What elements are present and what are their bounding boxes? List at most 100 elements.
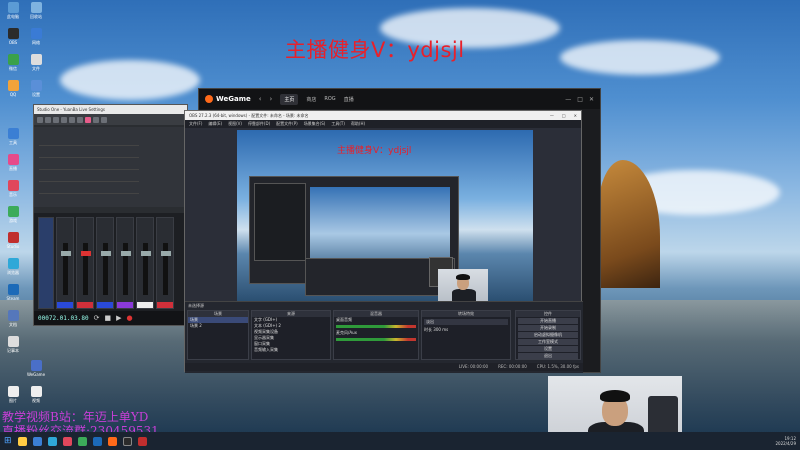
desktop-icon[interactable]: 文档 [1,310,25,336]
tool-icon[interactable] [61,116,67,123]
menu-file[interactable]: 文件(F) [189,121,202,127]
tool-icon[interactable] [93,116,99,123]
tool-icon[interactable] [69,116,75,123]
desktop-icon[interactable]: 微信 [1,54,25,80]
nav-store[interactable]: 商店 [306,96,316,103]
obs-preview[interactable]: 主播健身V：ydjsjl [237,130,533,302]
menu-view[interactable]: 视图(V) [228,121,242,127]
taskbar-app-icon[interactable] [62,436,72,446]
menu-docks[interactable]: 停靠部件(D) [248,121,270,127]
studio-one-window[interactable]: Studio One - YuanBa Live Settings 00072.… [33,104,189,326]
windows-start-icon[interactable]: ⊞ [4,436,12,446]
volume-meter[interactable] [336,338,416,341]
mixer-panel[interactable] [38,217,54,309]
menu-help[interactable]: 帮助(H) [351,121,365,127]
desktop-icon[interactable]: 音乐 [1,180,25,206]
stop-icon[interactable]: ■ [104,314,111,322]
transitions-dock[interactable]: 转场特效 淡出 时长 300 ms [421,310,511,360]
desktop-icon[interactable]: 设置 [24,80,48,106]
mixer-channel[interactable] [136,217,154,309]
taskbar-app-icon[interactable] [92,436,102,446]
play-icon[interactable]: ▶ [116,314,121,322]
desktop-icon[interactable]: QQ [1,80,25,106]
close-icon[interactable]: ✕ [574,113,577,118]
studio-mixer[interactable] [34,213,189,313]
track-row[interactable] [39,185,139,194]
menu-profile[interactable]: 配置文件(P) [276,121,298,127]
desktop-icon[interactable]: 记事本 [1,336,25,362]
obs-menubar: 文件(F) 编辑(E) 视图(V) 停靠部件(D) 配置文件(P) 场景集合(S… [185,120,581,128]
desktop-icon[interactable]: 直播 [1,154,25,180]
settings-button[interactable]: 设置 [518,346,578,352]
loop-icon[interactable]: ⟳ [94,314,100,322]
record-icon[interactable]: ● [126,314,132,322]
start-recording-button[interactable]: 开始录制 [518,325,578,331]
virtual-camera-button[interactable]: 启动虚拟摄像机 [518,332,578,338]
mixer-channel[interactable] [56,217,74,309]
transition-select[interactable]: 淡出 [424,319,508,325]
tool-icon[interactable] [101,116,107,123]
minimize-icon[interactable]: — [565,96,571,103]
close-icon[interactable]: ✕ [589,96,594,103]
tool-icon[interactable] [85,116,91,123]
track-row[interactable] [39,161,139,170]
system-clock[interactable]: 19:12 2022/4/29 [775,436,796,446]
desktop-icon[interactable]: OBS [1,28,25,54]
desktop-icon[interactable]: WeGame [24,360,48,386]
transitions-header: 转场特效 [422,311,510,317]
tool-icon[interactable] [53,116,59,123]
menu-tools[interactable]: 工具(T) [331,121,345,127]
scene-item[interactable]: 场景 2 [188,323,248,329]
menu-edit[interactable]: 编辑(E) [208,121,222,127]
track-row[interactable] [39,137,139,146]
obs-status-bar: LIVE: 00:00:00 REC: 00:00:00 CPU: 1.5%, … [185,363,583,371]
taskbar-app-icon[interactable] [77,436,87,446]
studio-transport[interactable]: 00072.01.03.80 ⟳ ■ ▶ ● [34,311,189,325]
desktop-icon[interactable]: 浏览器 [1,258,25,284]
maximize-icon[interactable]: □ [577,96,583,103]
taskbar-app-icon[interactable] [122,436,132,446]
taskbar-app-icon[interactable] [107,436,117,446]
volume-meter[interactable] [336,325,416,328]
controls-dock[interactable]: 控件 开始直播 开始录制 启动虚拟摄像机 工作室模式 设置 退出 [515,310,581,360]
desktop-icon[interactable]: 回收站 [24,2,48,28]
mixer-channel[interactable] [76,217,94,309]
track-row[interactable] [39,173,139,182]
maximize-icon[interactable]: □ [562,113,566,118]
desktop-icon[interactable]: Studio [1,232,25,258]
desktop-icon[interactable]: 网络 [24,28,48,54]
sources-dock[interactable]: 来源 文字 (GDI+) 文本 (GDI+) 2 视频采集设备 显示器采集 窗口… [251,310,331,360]
desktop-icon[interactable]: 游戏 [1,206,25,232]
source-item[interactable]: 音频输入采集 [252,347,330,353]
obs-window[interactable]: OBS 27.2.3 (64-bit, windows) - 配置文件: 未命名… [184,110,583,373]
nav-home[interactable]: 主页 [280,93,299,105]
exit-button[interactable]: 退出 [518,353,578,359]
track-row[interactable] [39,149,139,158]
back-icon[interactable]: ‹ [259,95,262,103]
taskbar-app-icon[interactable] [47,436,57,446]
mixer-channel[interactable] [156,217,174,309]
tool-icon[interactable] [37,116,43,123]
desktop-icon[interactable]: 文件 [24,54,48,80]
studio-mode-button[interactable]: 工作室模式 [518,339,578,345]
taskbar-app-icon[interactable] [32,436,42,446]
mixer-dock[interactable]: 混音器 桌面音频 麦克风/Aux [333,310,419,360]
studio-track-area[interactable] [34,127,189,207]
desktop-icon[interactable]: Steam [1,284,25,310]
nav-rog[interactable]: ROG [324,96,335,102]
nav-live[interactable]: 直播 [344,96,354,103]
forward-icon[interactable]: › [270,95,273,103]
tool-icon[interactable] [45,116,51,123]
taskbar-app-icon[interactable] [17,436,27,446]
desktop-icon[interactable]: 工具 [1,128,25,154]
mixer-channel[interactable] [116,217,134,309]
minimize-icon[interactable]: — [550,113,554,118]
menu-scene-collection[interactable]: 场景集合(S) [304,121,326,127]
start-streaming-button[interactable]: 开始直播 [518,318,578,324]
scenes-dock[interactable]: 场景 场景 场景 2 [187,310,249,360]
desktop-icon[interactable]: 此电脑 [1,2,25,28]
mixer-channel[interactable] [96,217,114,309]
tool-icon[interactable] [77,116,83,123]
taskbar-app-icon[interactable] [137,436,147,446]
duration-field[interactable]: 时长 300 ms [422,327,510,333]
